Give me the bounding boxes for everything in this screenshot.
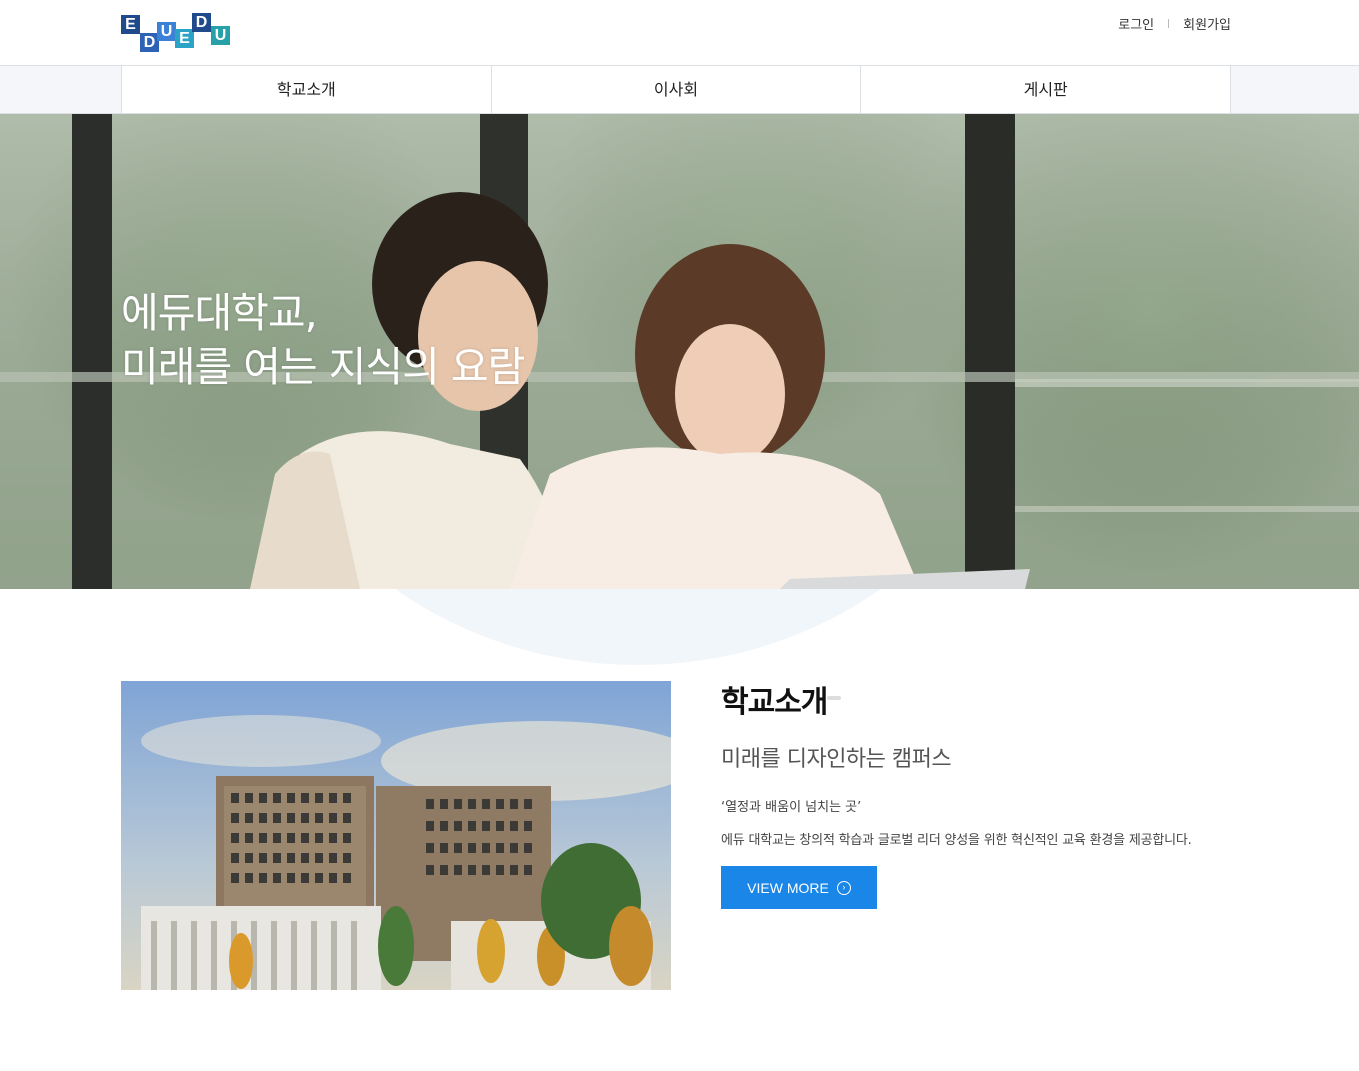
intro-heading: 학교소개 — [721, 677, 842, 721]
site-header: E D U E D U 로그인 회원가입 — [0, 0, 1359, 65]
utility-links: 로그인 회원가입 — [1118, 14, 1231, 33]
heading-accent-bar — [827, 696, 842, 700]
logo-tile-1: E — [121, 15, 140, 34]
logo-tile-3: U — [157, 22, 176, 41]
intro-description: 에듀 대학교는 창의적 학습과 글로벌 리더 양성을 위한 혁신적인 교육 환경… — [721, 833, 1192, 848]
hero-banner: 에듀대학교, 미래를 여는 지식의 요람 — [0, 114, 1359, 589]
campus-photo — [121, 681, 671, 990]
hero-title-line-2: 미래를 여는 지식의 요람 — [121, 343, 525, 391]
nav-link-about[interactable]: 학교소개 — [122, 66, 491, 113]
logo-tile-5: D — [192, 13, 211, 32]
hero-title: 에듀대학교, 미래를 여는 지식의 요람 — [121, 286, 525, 394]
intro-quote: ‘열정과 배움이 넘치는 곳’ — [721, 800, 862, 815]
main-nav: 학교소개 이사회 게시판 — [0, 65, 1359, 114]
nav-link-bulletin-board[interactable]: 게시판 — [861, 66, 1230, 113]
intro-section: 학교소개 미래를 디자인하는 캠퍼스 ‘열정과 배움이 넘치는 곳’ 에듀 대학… — [721, 677, 1281, 848]
signup-link[interactable]: 회원가입 — [1183, 14, 1231, 33]
view-more-button[interactable]: VIEW MORE › — [721, 866, 877, 909]
logo-tile-6: U — [211, 26, 230, 45]
intro-subheading: 미래를 디자인하는 캠퍼스 — [721, 747, 952, 772]
main-nav-list: 학교소개 이사회 게시판 — [121, 65, 1231, 114]
nav-item-about[interactable]: 학교소개 — [122, 66, 491, 113]
view-more-label: VIEW MORE — [747, 879, 829, 896]
nav-link-board-of-directors[interactable]: 이사회 — [492, 66, 861, 113]
campus-image — [121, 681, 671, 990]
chevron-right-circle-icon: › — [836, 880, 851, 895]
page: E D U E D U 로그인 회원가입 학교소개 이사회 게시판 에듀대학교,… — [0, 0, 1359, 1071]
site-logo[interactable]: E D U E D U — [121, 13, 233, 55]
login-link[interactable]: 로그인 — [1118, 14, 1154, 33]
nav-item-board-of-directors[interactable]: 이사회 — [490, 66, 861, 113]
intro-heading-text: 학교소개 — [721, 685, 828, 720]
divider — [1168, 19, 1170, 28]
hero-title-line-1: 에듀대학교, — [121, 289, 318, 337]
nav-item-bulletin-board[interactable]: 게시판 — [860, 66, 1230, 113]
